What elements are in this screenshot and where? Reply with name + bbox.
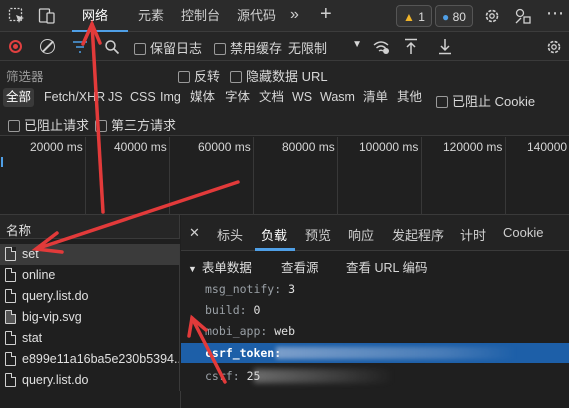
arrow-to-network-tab (90, 22, 105, 214)
annotation-arrows (31, 19, 240, 384)
arrow-to-set-request (34, 180, 240, 251)
arrow-to-csrf-token (190, 316, 227, 384)
